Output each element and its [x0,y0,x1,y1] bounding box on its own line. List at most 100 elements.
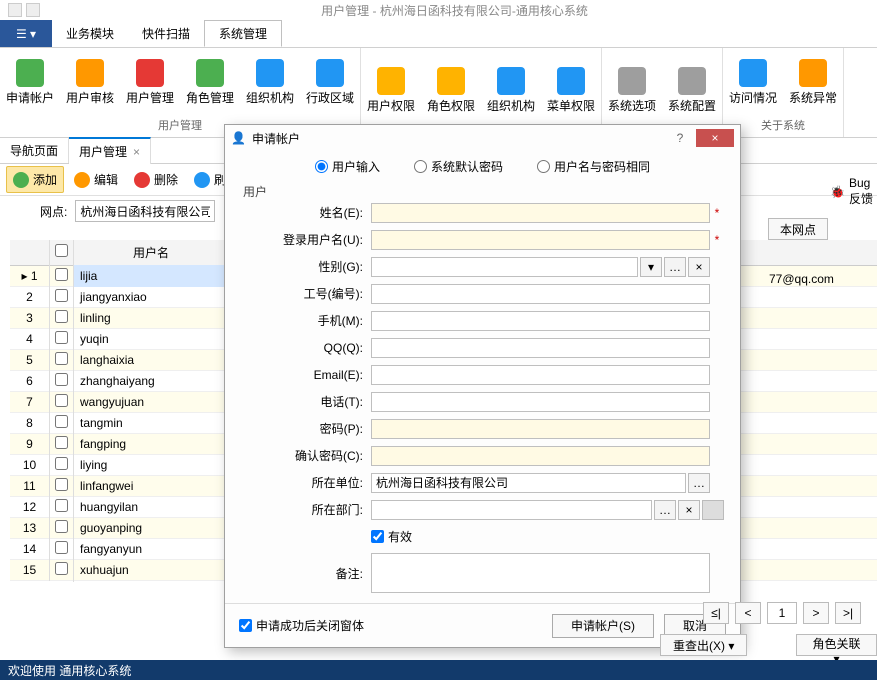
cell-username: huangyilan [74,496,229,518]
plus-icon [13,172,29,188]
gender-ellipsis-button[interactable]: … [664,257,686,277]
menu-tab-scan[interactable]: 快件扫描 [128,20,204,47]
org-field[interactable] [371,473,686,493]
remark-field[interactable] [371,553,710,593]
bug-feedback-link[interactable]: 🐞 Bug反馈 [830,176,877,207]
row-checkbox[interactable] [55,499,68,512]
ribbon-申请帐户[interactable]: 申请帐户 [0,50,60,115]
ribbon-角色权限[interactable]: 角色权限 [421,50,481,131]
site-combo[interactable] [75,200,215,222]
ribbon-组织机构[interactable]: 组织机构 [481,50,541,131]
ribbon-icon [678,67,706,95]
row-checkbox[interactable] [55,562,68,575]
file-menu[interactable]: ☰ ▾ [0,20,52,47]
name-field[interactable] [371,203,710,223]
dialog-title: 申请帐户 [252,130,664,147]
radio-user-input[interactable]: 用户输入 [315,158,380,175]
menu-tab-system[interactable]: 系统管理 [204,20,282,47]
login-field[interactable] [371,230,710,250]
row-checkbox[interactable] [55,541,68,554]
radio-same-as-user[interactable]: 用户名与密码相同 [537,158,650,175]
row-checkbox[interactable] [55,331,68,344]
ribbon-行政区域[interactable]: 行政区域 [300,50,360,115]
ribbon-group-label-0: 用户管理 [158,115,202,135]
role-link-button[interactable]: 角色关联 ▾ [796,634,877,656]
ribbon-角色管理[interactable]: 角色管理 [180,50,240,115]
window-titlebar: 用户管理 - 杭州海日函科技有限公司-通用核心系统 [0,0,877,20]
ribbon-icon [437,67,465,95]
dept-ellipsis-button[interactable]: … [654,500,676,520]
ribbon-icon [497,67,525,95]
org-ellipsis-button[interactable]: … [688,473,710,493]
radio-default-pwd[interactable]: 系统默认密码 [414,158,503,175]
row-checkbox[interactable] [55,310,68,323]
row-checkbox[interactable] [55,268,68,281]
row-checkbox[interactable] [55,394,68,407]
ribbon-系统配置[interactable]: 系统配置 [662,50,722,131]
cell-username: linling [74,307,229,329]
email-field[interactable] [371,365,710,385]
help-button[interactable]: ? [670,131,690,145]
ribbon-系统异常[interactable]: 系统异常 [783,50,843,115]
cell-username: tangmin [74,412,229,434]
cell-username: linfangwei [74,475,229,497]
ribbon-组织机构[interactable]: 组织机构 [240,50,300,115]
ribbon-用户管理[interactable]: 用户管理 [120,50,180,115]
first-page-button[interactable]: ≤| [703,602,729,624]
refresh-icon [194,172,210,188]
ribbon-icon [16,59,44,87]
gender-combo[interactable] [371,257,638,277]
ribbon-icon [739,59,767,87]
page-number-field[interactable] [767,602,797,624]
ribbon-访问情况[interactable]: 访问情况 [723,50,783,115]
edit-button[interactable]: 编辑 [68,167,124,192]
ribbon-用户审核[interactable]: 用户审核 [60,50,120,115]
doc-tab-users[interactable]: 用户管理 × [69,137,151,164]
row-checkbox[interactable] [55,415,68,428]
last-page-button[interactable]: >| [835,602,861,624]
phone-field[interactable] [371,392,710,412]
doc-tab-nav[interactable]: 导航页面 [0,138,69,163]
menu-bar: ☰ ▾ 业务模块 快件扫描 系统管理 [0,20,877,48]
dialog-close-button[interactable]: × [696,129,734,147]
dept-clear-button[interactable]: × [678,500,700,520]
valid-checkbox[interactable]: 有效 [371,528,412,545]
dept-field[interactable] [371,500,652,520]
password-field[interactable] [371,419,710,439]
next-page-button[interactable]: > [803,602,829,624]
ribbon-菜单权限[interactable]: 菜单权限 [541,50,601,131]
password-confirm-field[interactable] [371,446,710,466]
row-checkbox[interactable] [55,520,68,533]
gender-clear-button[interactable]: × [688,257,710,277]
prev-page-button[interactable]: < [735,602,761,624]
ribbon-icon [136,59,164,87]
pager: ≤| < > >| [0,598,871,628]
menu-tab-biz[interactable]: 业务模块 [52,20,128,47]
select-all-checkbox[interactable] [55,244,68,257]
col-username[interactable]: 用户名 [74,240,229,265]
row-checkbox[interactable] [55,478,68,491]
add-button[interactable]: 添加 [6,166,64,193]
dialog-icon: 👤 [231,131,246,145]
cell-username: zhanghaiyang [74,370,229,392]
gender-dropdown-button[interactable]: ▾ [640,257,662,277]
requery-button[interactable]: 重查出(X) ▾ [660,634,747,656]
row-checkbox[interactable] [55,457,68,470]
empno-field[interactable] [371,284,710,304]
ribbon-系统选项[interactable]: 系统选项 [602,50,662,131]
this-site-button[interactable]: 本网点 [768,218,828,240]
section-user-label: 用户 [243,183,267,200]
row-checkbox[interactable] [55,436,68,449]
dept-extra-button[interactable] [702,500,724,520]
qq-field[interactable] [371,338,710,358]
row-checkbox[interactable] [55,373,68,386]
delete-button[interactable]: 删除 [128,167,184,192]
pencil-icon [74,172,90,188]
ribbon-用户权限[interactable]: 用户权限 [361,50,421,131]
mobile-field[interactable] [371,311,710,331]
cell-username: langhaixia [74,349,229,371]
row-checkbox[interactable] [55,289,68,302]
row-checkbox[interactable] [55,352,68,365]
cell-username: liying [74,454,229,476]
close-icon[interactable]: × [133,145,140,159]
